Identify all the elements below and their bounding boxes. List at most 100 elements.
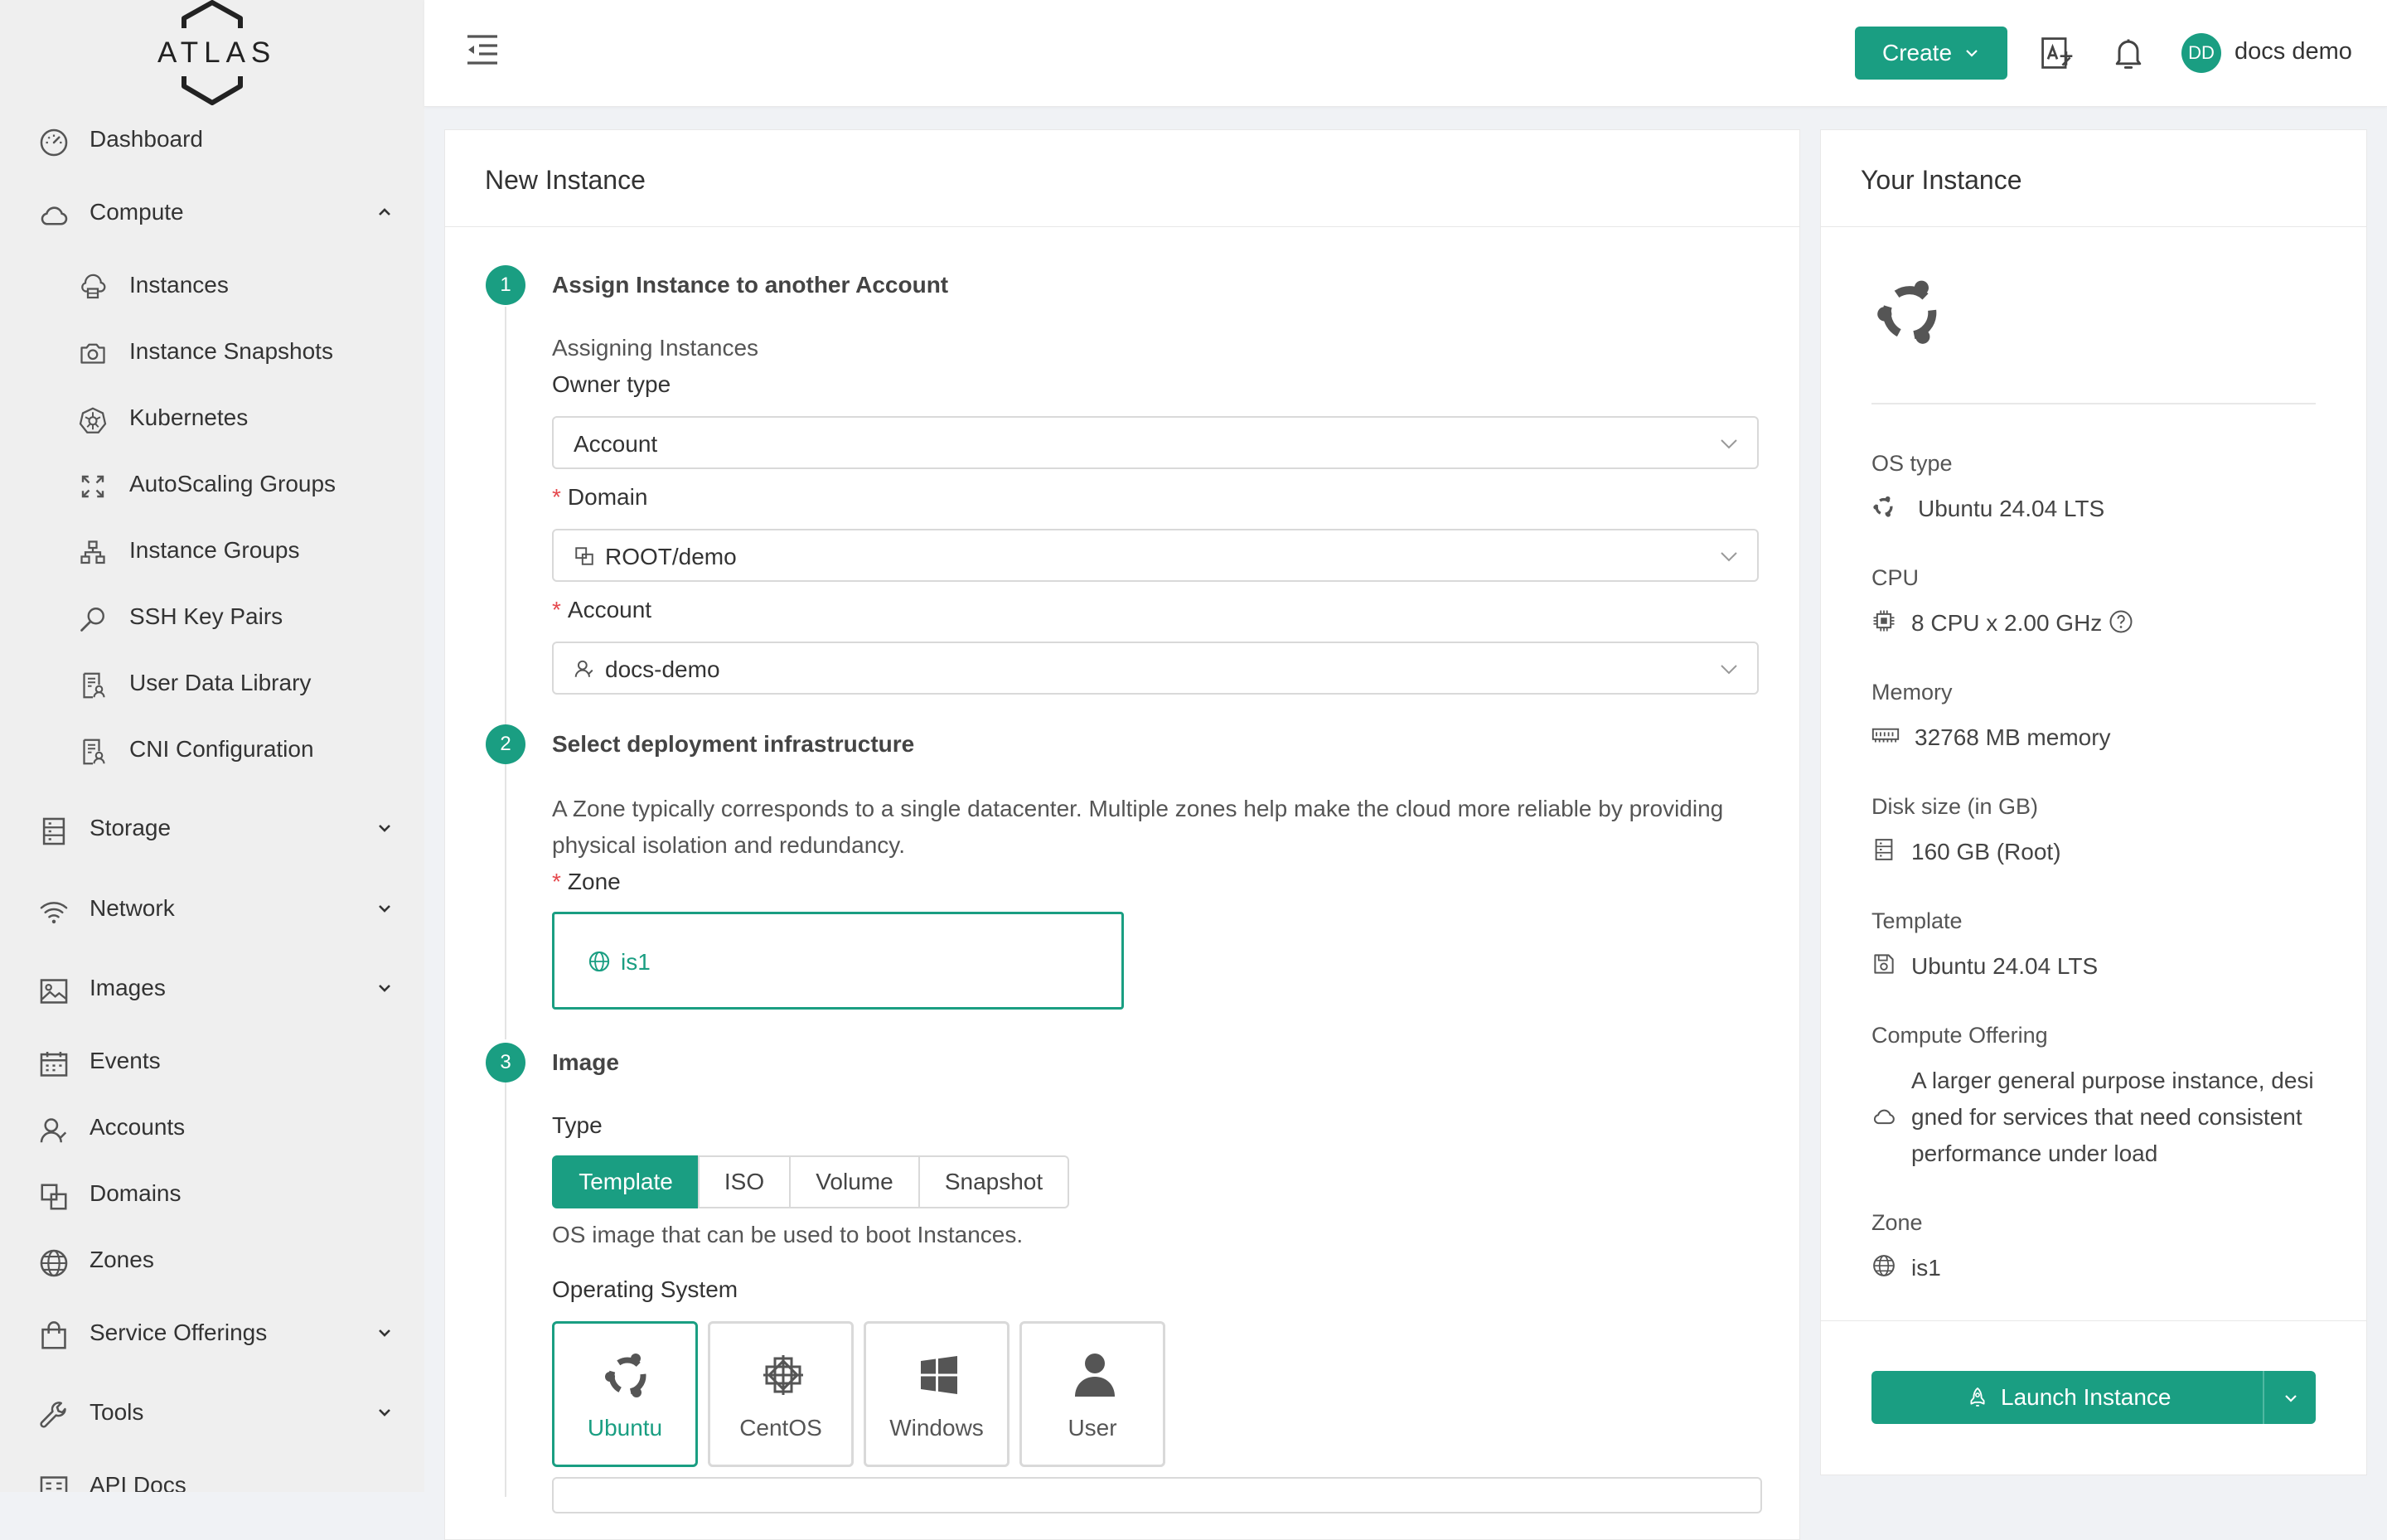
- zone-option-is1[interactable]: is1: [552, 912, 1124, 1010]
- sidebar-item-cni-configuration[interactable]: CNI Configuration: [0, 724, 424, 774]
- sidebar-item-ssh-key-pairs[interactable]: SSH Key Pairs: [0, 592, 424, 642]
- compute-offering-line3: performance under load: [1911, 1140, 2158, 1166]
- os-type-label: OS type: [1871, 451, 1953, 476]
- sidebar-item-label: Kubernetes: [129, 404, 249, 430]
- cloud-icon: [1873, 1109, 1895, 1125]
- chevron-down-icon: [1721, 665, 1737, 675]
- launch-instance-button[interactable]: Launch Instance: [1871, 1371, 2316, 1424]
- sidebar-item-kubernetes[interactable]: Kubernetes: [0, 393, 424, 443]
- compute-offering-line2: gned for services that need consistent: [1911, 1104, 2302, 1130]
- ubuntu-logo-icon: [1873, 496, 1893, 517]
- owner-type-label: Owner type: [552, 371, 671, 397]
- step-subtitle: Assigning Instances: [552, 335, 759, 361]
- user-name[interactable]: docs demo: [2234, 38, 2352, 65]
- sidebar-item-instances[interactable]: Instances: [0, 260, 424, 310]
- sidebar-item-tools[interactable]: Tools: [0, 1387, 424, 1437]
- sidebar-item-instance-groups[interactable]: Instance Groups: [0, 525, 424, 575]
- step-connector: [505, 307, 506, 743]
- sidebar-item-api-docs[interactable]: API Docs: [0, 1460, 424, 1492]
- sidebar-item-instance-snapshots[interactable]: Instance Snapshots: [0, 327, 424, 376]
- memory-value: 32768 MB memory: [1915, 724, 2111, 750]
- os-option-centos[interactable]: CentOS: [708, 1321, 854, 1467]
- template-label: Template: [1871, 908, 1963, 933]
- sidebar-item-accounts[interactable]: Accounts: [0, 1102, 424, 1152]
- zone-description-line2: physical isolation and redundancy.: [552, 832, 905, 858]
- ubuntu-logo-icon: [1877, 280, 1937, 344]
- sidebar-item-label: Accounts: [90, 1114, 186, 1140]
- chevron-down-icon: [379, 905, 390, 913]
- domain-value: ROOT/demo: [605, 544, 737, 569]
- translate-icon[interactable]: [2039, 35, 2075, 71]
- domain-select[interactable]: ROOT/demo: [552, 529, 1759, 582]
- os-option-windows[interactable]: Windows: [864, 1321, 1010, 1467]
- launch-options-dropdown[interactable]: [2264, 1371, 2316, 1424]
- type-tab-iso[interactable]: ISO: [698, 1155, 791, 1208]
- divider: [1821, 1320, 2366, 1321]
- shopping-bag-icon: [41, 1321, 66, 1349]
- type-label: Type: [552, 1112, 603, 1138]
- card-header: New Instance: [445, 130, 1799, 227]
- os-option-label: Ubuntu: [587, 1415, 663, 1441]
- domain-label: * Domain: [552, 484, 648, 510]
- type-tab-volume[interactable]: Volume: [789, 1155, 920, 1208]
- template-list-box: [552, 1477, 1762, 1513]
- disk-value: 160 GB (Root): [1911, 839, 2061, 864]
- kubernetes-icon: [79, 407, 107, 433]
- sidebar-item-autoscaling-groups[interactable]: AutoScaling Groups: [0, 459, 424, 509]
- domain-block-icon: [41, 1184, 67, 1210]
- type-description: OS image that can be used to boot Instan…: [552, 1222, 1024, 1247]
- sidebar-item-label: Images: [90, 975, 166, 1000]
- group-cluster-icon: [80, 540, 105, 564]
- question-circle-icon[interactable]: [2109, 609, 2133, 634]
- os-option-user[interactable]: User: [1019, 1321, 1165, 1467]
- owner-type-select[interactable]: Account: [552, 416, 1759, 469]
- atlas-logo[interactable]: ATLAS: [157, 0, 270, 106]
- account-value: docs-demo: [605, 656, 720, 682]
- card-header: Your Instance: [1821, 130, 2366, 227]
- windows-logo-icon: [921, 1356, 957, 1394]
- sidebar-item-label: Instances: [129, 272, 229, 298]
- sidebar-item-user-data-library[interactable]: User Data Library: [0, 658, 424, 708]
- step-connector: [505, 764, 506, 1039]
- sidebar-item-images[interactable]: Images: [0, 963, 424, 1013]
- sidebar-item-network[interactable]: Network: [0, 884, 424, 933]
- sidebar-item-label: Storage: [90, 815, 172, 840]
- sidebar-item-storage[interactable]: Storage: [0, 803, 424, 853]
- step-connector: [505, 1082, 506, 1497]
- compute-offering-label: Compute Offering: [1871, 1023, 2048, 1048]
- calendar-icon: [40, 1051, 68, 1077]
- sidebar-item-label: AutoScaling Groups: [129, 471, 337, 496]
- globe-icon: [40, 1249, 68, 1277]
- account-select[interactable]: docs-demo: [552, 642, 1759, 695]
- os-option-ubuntu[interactable]: Ubuntu: [552, 1321, 698, 1467]
- sidebar-item-service-offerings[interactable]: Service Offerings: [0, 1308, 424, 1358]
- sidebar-item-label: Events: [90, 1048, 161, 1073]
- globe-icon: [1873, 1255, 1895, 1276]
- sidebar-item-events[interactable]: Events: [0, 1036, 424, 1086]
- menu-fold-icon[interactable]: [464, 33, 501, 66]
- sidebar-item-compute[interactable]: Compute: [0, 187, 424, 237]
- top-header: [424, 0, 2387, 107]
- os-option-label: Windows: [889, 1415, 984, 1441]
- user-person-icon: [1075, 1354, 1115, 1397]
- sidebar-item-domains[interactable]: Domains: [0, 1169, 424, 1218]
- camera-icon: [80, 343, 105, 364]
- disk-label: Disk size (in GB): [1871, 794, 2039, 819]
- sidebar-item-label: Compute: [90, 199, 184, 225]
- create-button[interactable]: Create: [1855, 27, 2007, 80]
- compute-offering-line1: A larger general purpose instance, desi: [1911, 1068, 2314, 1093]
- chevron-down-icon: [379, 1329, 390, 1337]
- avatar[interactable]: DD: [2181, 33, 2221, 73]
- sidebar-item-zones[interactable]: Zones: [0, 1235, 424, 1285]
- type-tab-template[interactable]: Template: [552, 1155, 700, 1208]
- storage-server-icon: [42, 817, 65, 845]
- type-tab-snapshot[interactable]: Snapshot: [918, 1155, 1069, 1208]
- step-title: Select deployment infrastructure: [552, 731, 915, 757]
- bell-icon[interactable]: [2110, 35, 2147, 71]
- sidebar-item-label: Instance Groups: [129, 537, 300, 563]
- user-icon: [574, 660, 593, 677]
- ubuntu-logo-icon: [605, 1354, 646, 1397]
- chevron-down-icon: [379, 985, 390, 992]
- wifi-icon: [40, 902, 68, 924]
- sidebar-item-dashboard[interactable]: Dashboard: [0, 114, 424, 164]
